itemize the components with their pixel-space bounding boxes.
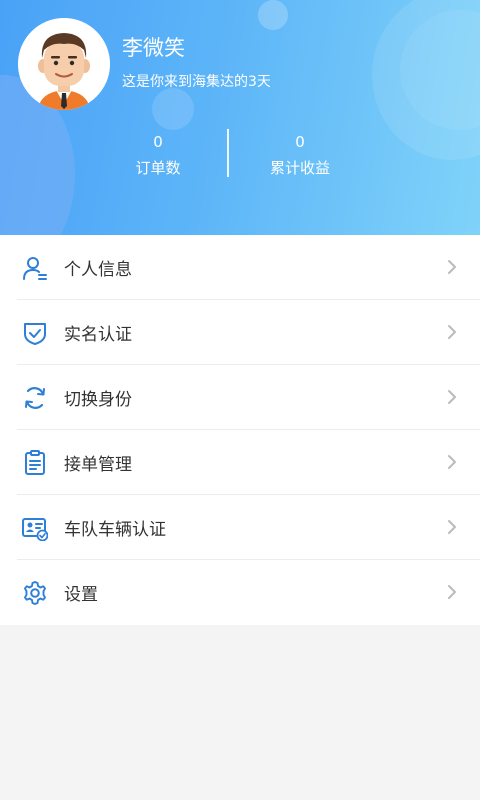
chevron-right-icon bbox=[448, 325, 456, 339]
stat-orders[interactable]: 0 订单数 bbox=[83, 133, 233, 177]
menu-item-label: 实名认证 bbox=[64, 325, 132, 345]
avatar[interactable] bbox=[18, 18, 110, 110]
chevron-right-icon bbox=[448, 260, 456, 274]
profile-header: 李微笑 这是你来到海集达的3天 0 订单数 0 累计收益 bbox=[0, 0, 480, 235]
welcome-subtitle: 这是你来到海集达的3天 bbox=[122, 74, 271, 90]
menu-item-personal-info[interactable]: 个人信息 bbox=[0, 235, 480, 300]
decor-bubble bbox=[258, 0, 288, 30]
menu-list: 个人信息 实名认证 切换身份 接单管理 车队车辆认证 设置 bbox=[0, 235, 480, 625]
id-card-icon bbox=[22, 518, 48, 541]
income-amount: 0 bbox=[295, 133, 305, 151]
chevron-right-icon bbox=[448, 390, 456, 404]
clipboard-icon bbox=[25, 450, 45, 475]
menu-item-order-management[interactable]: 接单管理 bbox=[0, 430, 480, 495]
orders-count: 0 bbox=[153, 133, 163, 151]
chevron-right-icon bbox=[448, 455, 456, 469]
menu-item-label: 个人信息 bbox=[64, 260, 132, 280]
menu-item-label: 接单管理 bbox=[64, 455, 132, 475]
income-label: 累计收益 bbox=[269, 159, 330, 177]
orders-label: 订单数 bbox=[135, 159, 181, 177]
chevron-right-icon bbox=[448, 585, 456, 599]
avatar-icon bbox=[18, 18, 110, 110]
menu-item-label: 设置 bbox=[64, 585, 98, 605]
decor-bubble bbox=[152, 88, 194, 130]
menu-item-real-name-auth[interactable]: 实名认证 bbox=[0, 300, 480, 365]
menu-item-label: 切换身份 bbox=[64, 390, 132, 410]
person-icon bbox=[23, 257, 47, 280]
menu-item-switch-identity[interactable]: 切换身份 bbox=[0, 365, 480, 430]
menu-item-label: 车队车辆认证 bbox=[64, 520, 166, 540]
gear-icon bbox=[24, 581, 46, 605]
menu-item-settings[interactable]: 设置 bbox=[0, 560, 480, 625]
stat-income[interactable]: 0 累计收益 bbox=[225, 133, 375, 177]
user-name: 李微笑 bbox=[122, 36, 185, 60]
chevron-right-icon bbox=[448, 520, 456, 534]
menu-item-fleet-vehicle-auth[interactable]: 车队车辆认证 bbox=[0, 495, 480, 560]
refresh-icon bbox=[25, 387, 45, 409]
shield-check-icon bbox=[24, 323, 46, 345]
